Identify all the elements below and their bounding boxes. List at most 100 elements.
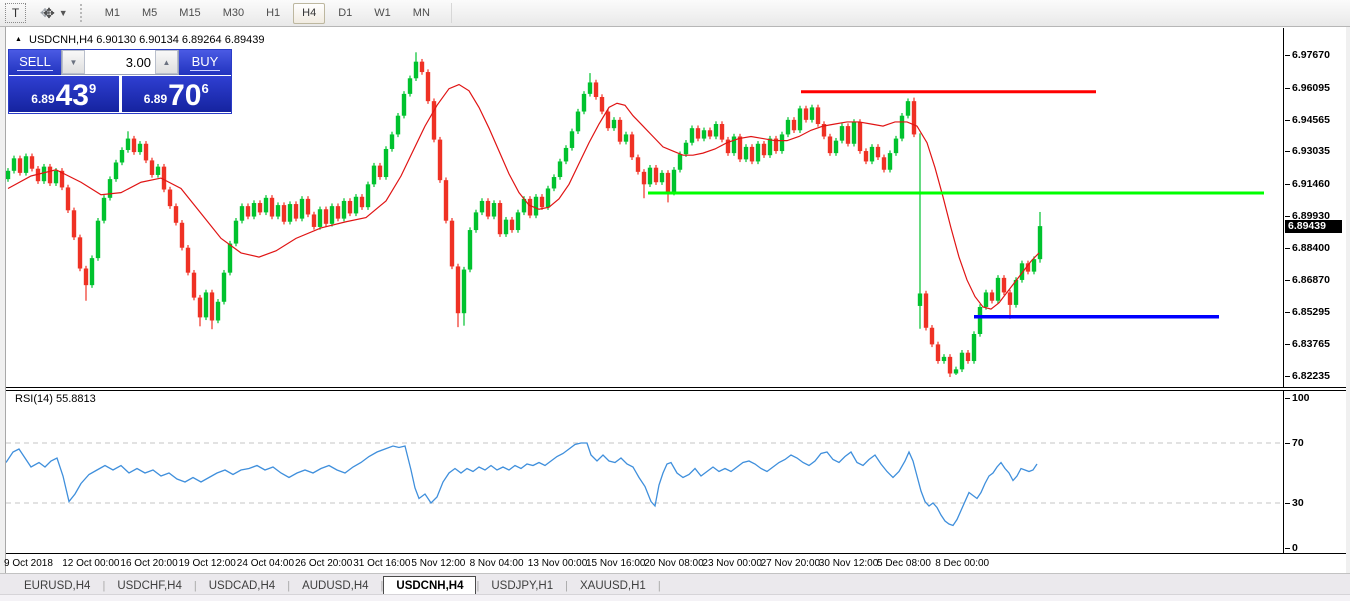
chart-window: ▲ USDCNH,H4 6.90130 6.90134 6.89264 6.89… xyxy=(5,27,1346,573)
price-tick-mark xyxy=(1285,120,1290,121)
bid-prefix: 6.89 xyxy=(31,92,54,106)
time-axis-line xyxy=(6,553,1346,554)
cursor-tool-button[interactable]: ✥ ✥ ▼ xyxy=(40,5,68,22)
volume-stepper: ▼ 3.00 ▲ xyxy=(61,50,179,75)
rsi-tick-label: 100 xyxy=(1292,392,1310,404)
rsi-tick-label: 30 xyxy=(1292,497,1304,509)
chart-tab-usdjpy[interactable]: USDJPY,H1 xyxy=(479,577,565,595)
chart-tab-audusd[interactable]: AUDUSD,H4 xyxy=(290,577,380,595)
chart-symbol: USDCNH,H4 xyxy=(29,34,93,46)
chart-tab-xauusd[interactable]: XAUUSD,H1 xyxy=(568,577,658,595)
ask-pip-digit: 6 xyxy=(202,81,209,96)
price-tick-mark xyxy=(1285,280,1290,281)
price-tick-mark xyxy=(1285,55,1290,56)
price-tick-label: 6.85295 xyxy=(1292,306,1330,318)
date-tick-label: 30 Nov 12:00 xyxy=(819,558,879,569)
text-tool-button[interactable]: T xyxy=(5,3,26,23)
bid-big-digits: 43 xyxy=(56,82,89,110)
date-tick-label: 5 Nov 12:00 xyxy=(411,558,465,569)
volume-increase-button[interactable]: ▲ xyxy=(155,50,178,74)
rsi-tick-label: 70 xyxy=(1292,437,1304,449)
timeframe-button-h1[interactable]: H1 xyxy=(257,3,289,24)
date-tick-label: 23 Nov 00:00 xyxy=(702,558,762,569)
volume-value[interactable]: 3.00 xyxy=(85,50,155,74)
tabbar-bottom-strip xyxy=(0,594,1350,601)
timeframe-button-mn[interactable]: MN xyxy=(404,3,439,24)
price-tick-label: 6.96095 xyxy=(1292,82,1330,94)
price-tick-mark xyxy=(1285,248,1290,249)
timeframe-button-h4[interactable]: H4 xyxy=(293,3,325,24)
date-tick-label: 13 Nov 00:00 xyxy=(528,558,588,569)
rsi-tick-mark xyxy=(1285,548,1290,549)
cursor-arrows-icon: ✥ xyxy=(43,5,55,22)
chart-tab-usdcnh[interactable]: USDCNH,H4 xyxy=(383,576,476,596)
price-tick-label: 6.93035 xyxy=(1292,145,1330,157)
rsi-indicator-chart[interactable] xyxy=(6,390,1284,553)
chart-title: ▲ USDCNH,H4 6.90130 6.90134 6.89264 6.89… xyxy=(15,34,264,46)
date-tick-label: 8 Dec 00:00 xyxy=(935,558,989,569)
toolbar-grip[interactable] xyxy=(80,4,86,22)
timeframe-button-m5[interactable]: M5 xyxy=(133,3,166,24)
buy-label: BUY xyxy=(190,54,221,71)
tab-separator: | xyxy=(658,580,661,592)
toolbar-separator xyxy=(451,3,452,23)
rsi-tick-mark xyxy=(1285,443,1290,444)
price-tick-label: 6.82235 xyxy=(1292,370,1330,382)
price-tick-label: 6.97670 xyxy=(1292,49,1330,61)
price-tick-label: 6.83765 xyxy=(1292,338,1330,350)
volume-decrease-button[interactable]: ▼ xyxy=(62,50,85,74)
price-tick-mark xyxy=(1285,344,1290,345)
price-tick-label: 6.91460 xyxy=(1292,178,1330,190)
ask-price-box[interactable]: 6.89 70 6 xyxy=(122,76,232,112)
timeframe-button-m30[interactable]: M30 xyxy=(214,3,253,24)
timeframe-button-d1[interactable]: D1 xyxy=(329,3,361,24)
chart-tab-bar: EURUSD,H4|USDCHF,H4|USDCAD,H4|AUDUSD,H4|… xyxy=(0,573,1350,600)
date-tick-label: 9 Oct 2018 xyxy=(4,558,53,569)
price-tick-label: 6.88400 xyxy=(1292,242,1330,254)
chart-tab-usdcad[interactable]: USDCAD,H4 xyxy=(197,577,287,595)
date-tick-label: 20 Nov 08:00 xyxy=(644,558,704,569)
chart-divider[interactable] xyxy=(6,387,1346,388)
price-tick-label: 6.94565 xyxy=(1292,114,1330,126)
rsi-indicator-label: RSI(14) 55.8813 xyxy=(15,393,96,405)
date-tick-label: 26 Oct 20:00 xyxy=(295,558,352,569)
rsi-tick-label: 0 xyxy=(1292,542,1298,554)
price-tick-mark xyxy=(1285,184,1290,185)
timeframe-button-w1[interactable]: W1 xyxy=(365,3,400,24)
buy-button[interactable]: BUY xyxy=(179,50,231,75)
sell-button[interactable]: SELL xyxy=(9,50,61,75)
chevron-down-icon[interactable]: ▼ xyxy=(59,8,68,18)
price-tick-mark xyxy=(1285,88,1290,89)
date-tick-label: 8 Nov 04:00 xyxy=(470,558,524,569)
price-tick-mark xyxy=(1285,151,1290,152)
timeframe-button-m15[interactable]: M15 xyxy=(170,3,209,24)
date-tick-label: 19 Oct 12:00 xyxy=(179,558,236,569)
chart-tab-eurusd[interactable]: EURUSD,H4 xyxy=(12,577,102,595)
chart-ohlc: 6.90130 6.90134 6.89264 6.89439 xyxy=(96,34,264,46)
date-tick-label: 31 Oct 16:00 xyxy=(353,558,410,569)
date-tick-label: 12 Oct 00:00 xyxy=(62,558,119,569)
price-tick-mark xyxy=(1285,216,1290,217)
one-click-trade-panel: SELL ▼ 3.00 ▲ BUY 6.89 43 9 6.89 70 6 xyxy=(8,49,232,114)
price-tick-label: 6.86870 xyxy=(1292,274,1330,286)
price-tick-mark xyxy=(1285,376,1290,377)
rsi-tick-mark xyxy=(1285,398,1290,399)
date-tick-label: 27 Nov 20:00 xyxy=(761,558,821,569)
date-tick-label: 24 Oct 04:00 xyxy=(237,558,294,569)
collapse-arrow-icon[interactable]: ▲ xyxy=(15,36,22,43)
timeframe-buttons: M1M5M15M30H1H4D1W1MN xyxy=(94,0,441,26)
timeframe-button-m1[interactable]: M1 xyxy=(96,3,129,24)
ask-big-digits: 70 xyxy=(168,82,201,110)
price-tick-label: 6.89930 xyxy=(1292,210,1330,222)
toolbar: T ✥ ✥ ▼ M1M5M15M30H1H4D1W1MN xyxy=(0,0,1350,27)
date-tick-label: 15 Nov 16:00 xyxy=(586,558,646,569)
bid-price-box[interactable]: 6.89 43 9 xyxy=(9,76,119,112)
price-tick-mark xyxy=(1285,312,1290,313)
sell-label: SELL xyxy=(17,54,53,71)
indicator-top-border xyxy=(6,390,1346,391)
ask-prefix: 6.89 xyxy=(144,92,167,106)
chart-tab-usdchf[interactable]: USDCHF,H4 xyxy=(105,577,194,595)
current-price-tag: 6.89439 xyxy=(1285,220,1342,233)
bid-pip-digit: 9 xyxy=(89,81,96,96)
rsi-tick-mark xyxy=(1285,503,1290,504)
